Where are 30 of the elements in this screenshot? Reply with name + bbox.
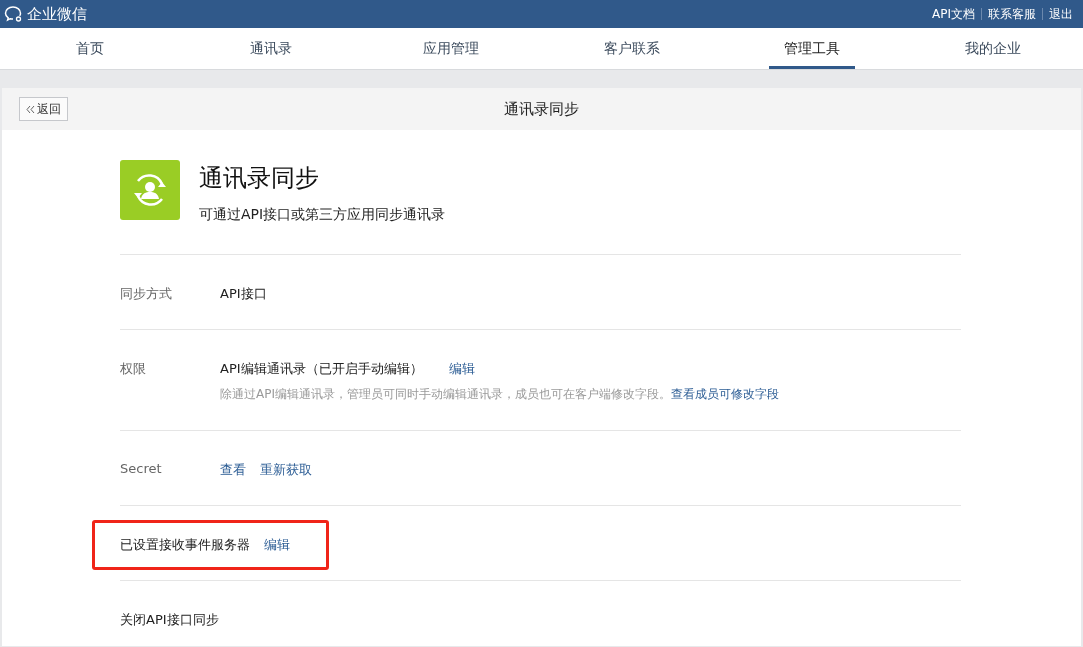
back-button[interactable]: 返回 <box>19 97 68 121</box>
double-chevron-icon <box>26 104 35 114</box>
brand-name: 企业微信 <box>27 4 87 24</box>
header-link[interactable]: 退出 <box>1042 8 1079 20</box>
panel-title: 通讯录同步 <box>504 99 579 119</box>
header-link[interactable]: 联系客服 <box>981 8 1042 20</box>
nav-tab[interactable]: 我的企业 <box>902 28 1083 69</box>
field-value: API编辑通讯录（已开启手动编辑） <box>220 360 423 378</box>
disable-sync-link[interactable]: 关闭API接口同步 <box>120 611 219 629</box>
contact-sync-logo-icon <box>120 160 180 220</box>
edit-link[interactable]: 编辑 <box>448 360 475 378</box>
server-status: 已设置接收事件服务器 <box>120 536 250 554</box>
nav-tab[interactable]: 首页 <box>0 28 181 69</box>
edit-link[interactable]: 编辑 <box>264 536 290 554</box>
field-label: 权限 <box>120 360 147 378</box>
nav-tab[interactable]: 应用管理 <box>361 28 542 69</box>
fields-link[interactable]: 查看成员可修改字段 <box>671 387 779 401</box>
secret-link[interactable]: 查看 <box>220 461 246 479</box>
page-description: 可通过API接口或第三方应用同步通讯录 <box>199 206 446 224</box>
nav-tab[interactable]: 通讯录 <box>180 28 361 69</box>
page-heading: 通讯录同步 <box>199 163 320 194</box>
header-link[interactable]: API文档 <box>926 8 981 20</box>
nav-tab[interactable]: 管理工具 <box>722 28 903 69</box>
permission-note: 除通过API编辑通讯录，管理员可同时手动编辑通讯录，成员也可在客户端修改字段。查看成员可修改字段 <box>220 386 779 403</box>
field-label: Secret <box>120 461 163 476</box>
secret-link[interactable]: 重新获取 <box>260 461 312 479</box>
chat-logo-icon <box>4 5 24 23</box>
field-value: API接口 <box>220 285 267 303</box>
field-label: 同步方式 <box>120 285 173 303</box>
nav-tab[interactable]: 客户联系 <box>541 28 722 69</box>
